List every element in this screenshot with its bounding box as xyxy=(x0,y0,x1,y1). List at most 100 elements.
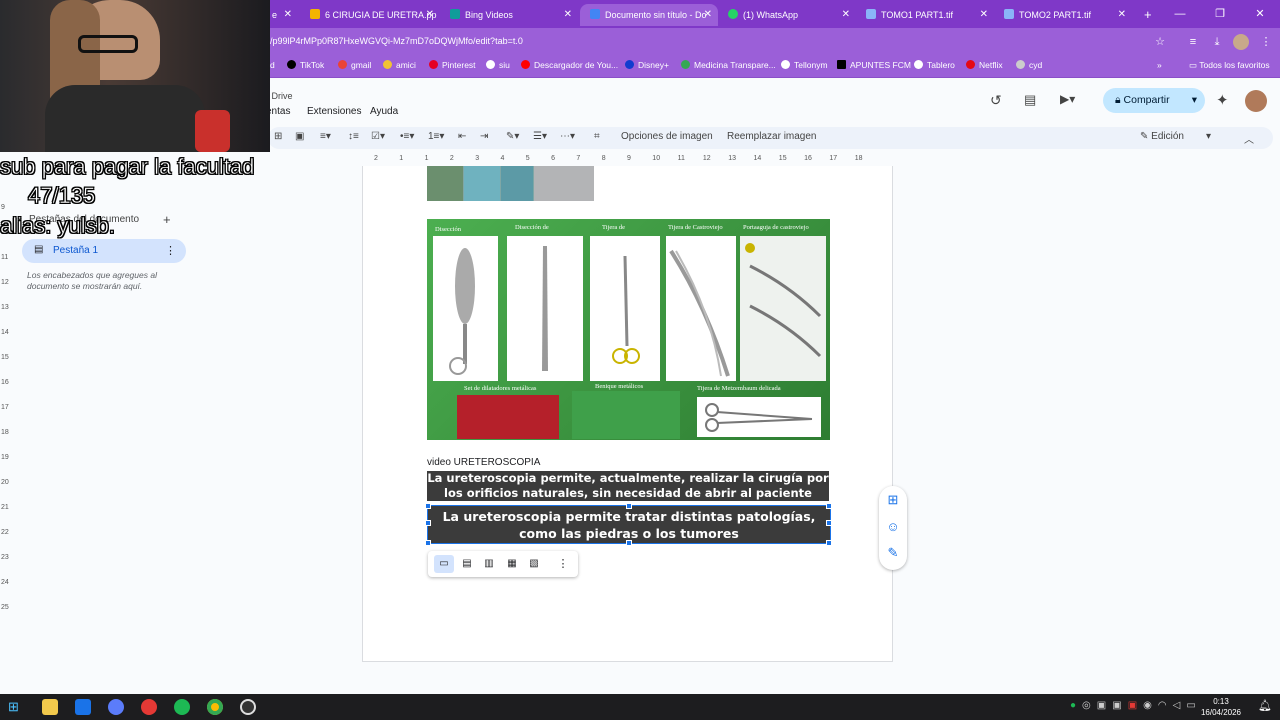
align-icon[interactable]: ≡▾ xyxy=(320,131,331,142)
notification-bell-icon[interactable]: 🔔︎ xyxy=(1258,699,1272,712)
resize-handle[interactable] xyxy=(626,540,632,546)
resize-handle[interactable] xyxy=(826,540,832,546)
tab-tomo1[interactable]: TOMO1 PART1.tif ✕ xyxy=(856,4,994,26)
sidebar-item-tab1[interactable]: ▤ Pestaña 1 ⋮ xyxy=(22,239,186,263)
decrease-indent-icon[interactable]: ⇤ xyxy=(458,131,466,142)
close-icon[interactable]: ✕ xyxy=(426,4,434,26)
bookmark-item[interactable]: TikTok xyxy=(287,60,324,70)
document-text[interactable]: video URETEROSCOPIA xyxy=(427,457,540,468)
crop-icon[interactable]: ⌗ xyxy=(594,131,600,142)
bookmark-item[interactable]: Medicina Transpare... xyxy=(681,60,776,70)
minimize-icon[interactable]: — xyxy=(1160,0,1200,28)
in-front-text-icon[interactable]: ▧ xyxy=(525,555,543,573)
windows-start-icon[interactable]: ⊞ xyxy=(8,699,24,715)
border-color-icon[interactable]: ✎▾ xyxy=(506,131,519,142)
clock[interactable]: 0:13 16/04/2026 xyxy=(1196,696,1246,718)
bookmark-item[interactable]: cyd xyxy=(1016,60,1042,70)
resize-handle[interactable] xyxy=(425,503,431,509)
instruments-image[interactable]: Disección Disección de Tijera de Tijera … xyxy=(427,219,830,440)
reading-list-icon[interactable]: ≡ xyxy=(1185,34,1201,50)
discord-icon[interactable] xyxy=(108,699,124,715)
video-frame-image[interactable]: La ureteroscopia permite, actualmente, r… xyxy=(427,471,829,501)
chevron-down-icon[interactable]: ▾ xyxy=(1192,88,1197,113)
border-weight-icon[interactable]: ☰▾ xyxy=(533,131,547,142)
close-window-icon[interactable]: ✕ xyxy=(1240,0,1280,28)
resize-handle[interactable] xyxy=(425,520,431,526)
numbered-list-icon[interactable]: 1≡▾ xyxy=(428,131,444,142)
bookmark-item[interactable]: d xyxy=(270,60,275,70)
increase-indent-icon[interactable]: ⇥ xyxy=(480,131,488,142)
emoji-reaction-icon[interactable]: ☺ xyxy=(882,516,904,538)
image-partial[interactable] xyxy=(427,166,594,201)
tab-tomo2[interactable]: TOMO2 PART1.tif ✕ xyxy=(994,4,1132,26)
collapse-icon[interactable]: ︿ xyxy=(1244,131,1254,146)
insert-comment-icon[interactable]: ⊞ xyxy=(274,131,282,142)
spotify-icon[interactable] xyxy=(174,699,190,715)
comments-icon[interactable]: ▤ xyxy=(1024,92,1036,108)
resize-handle[interactable] xyxy=(826,503,832,509)
bookmark-item[interactable]: Descargador de You... xyxy=(521,60,618,70)
more-options-icon[interactable]: ⋮ xyxy=(165,244,176,257)
tab-bing[interactable]: Bing Videos ✕ xyxy=(440,4,578,26)
bulleted-list-icon[interactable]: •≡▾ xyxy=(400,131,414,142)
bookmark-item[interactable]: Pinterest xyxy=(429,60,476,70)
system-tray[interactable]: ●◎▣▣▣◉◠◁▭ xyxy=(1070,700,1202,711)
insert-image-icon[interactable]: ▣ xyxy=(295,131,304,142)
download-icon[interactable]: ⤓ xyxy=(1209,34,1225,50)
inline-wrap-icon[interactable]: ▭ xyxy=(434,555,454,573)
menu-item[interactable]: Extensiones xyxy=(307,106,361,117)
bookmark-item[interactable]: amici xyxy=(383,60,416,70)
app-icon[interactable] xyxy=(141,699,157,715)
gemini-icon[interactable]: ✦ xyxy=(1216,91,1229,109)
add-comment-icon[interactable]: ⊞ xyxy=(882,489,904,511)
wrap-text-icon[interactable]: ▤ xyxy=(458,555,476,573)
horizontal-ruler[interactable]: 2 1 1 2 3 4 5 6 7 8 9 10 11 12 13 14 15 16 17 18 xyxy=(362,153,892,166)
resize-handle[interactable] xyxy=(826,520,832,526)
bookmark-item[interactable]: Disney+ xyxy=(625,60,669,70)
account-avatar[interactable] xyxy=(1245,90,1267,112)
behind-text-icon[interactable]: ▦ xyxy=(503,555,521,573)
bookmark-item[interactable]: Tellonym xyxy=(781,60,828,70)
tab-document[interactable]: Documento sin título - Do ✕ xyxy=(580,4,718,26)
bookmark-item[interactable]: gmail xyxy=(338,60,371,70)
close-icon[interactable]: ✕ xyxy=(842,4,850,26)
bookmark-item[interactable]: siu xyxy=(486,60,510,70)
resize-handle[interactable] xyxy=(626,503,632,509)
bookmark-item[interactable]: Tablero xyxy=(914,60,955,70)
chrome-icon[interactable] xyxy=(207,699,223,715)
bookmark-item[interactable]: Netflix xyxy=(966,60,1003,70)
menu-icon[interactable]: ⋮ xyxy=(1258,34,1274,50)
close-icon[interactable]: ✕ xyxy=(980,4,988,26)
image-options-button[interactable]: Opciones de imagen xyxy=(621,131,713,142)
file-explorer-icon[interactable] xyxy=(42,699,58,715)
close-icon[interactable]: ✕ xyxy=(1118,4,1126,26)
chevron-right-icon[interactable]: » xyxy=(1157,60,1162,70)
close-icon[interactable]: ✕ xyxy=(284,4,292,26)
edit-mode-button[interactable]: ✎ Edición ▾ xyxy=(1140,131,1211,142)
restore-icon[interactable]: ❐ xyxy=(1200,0,1240,28)
line-spacing-icon[interactable]: ↕≡ xyxy=(348,131,359,142)
new-tab-button[interactable]: + xyxy=(1134,4,1158,26)
store-icon[interactable] xyxy=(75,699,91,715)
border-dash-icon[interactable]: ⋯▾ xyxy=(560,131,575,142)
meet-icon[interactable]: ▶▾ xyxy=(1060,92,1075,106)
break-text-icon[interactable]: ▥ xyxy=(480,555,498,573)
more-options-icon[interactable]: ⋮ xyxy=(556,555,570,573)
bookmark-item[interactable]: APUNTES FCM xyxy=(837,60,911,70)
profile-avatar[interactable] xyxy=(1233,34,1249,50)
selected-video-frame-image[interactable]: La ureteroscopia permite tratar distinta… xyxy=(427,505,831,544)
menu-item[interactable]: Ayuda xyxy=(370,106,398,117)
replace-image-button[interactable]: Reemplazar imagen xyxy=(727,131,817,142)
url-input[interactable]: /p99lP4rMPp0R87HxeWGVQi-Mz7mD7oDQWjMfo/e… xyxy=(270,36,523,46)
suggest-edits-icon[interactable]: ✎ xyxy=(882,542,904,564)
tab-whatsapp[interactable]: (1) WhatsApp ✕ xyxy=(718,4,856,26)
star-icon[interactable]: ☆ xyxy=(1152,34,1168,50)
history-icon[interactable]: ↺ xyxy=(990,92,1002,109)
checklist-icon[interactable]: ☑▾ xyxy=(371,131,385,142)
share-button[interactable]: 🔒︎ Compartir ▾ xyxy=(1103,88,1205,113)
tab-cirugia[interactable]: 6 CIRUGIA DE URETRA.pp ✕ xyxy=(300,4,440,26)
close-icon[interactable]: ✕ xyxy=(704,4,712,26)
bookmark-item[interactable]: ▭ Todos los favoritos xyxy=(1189,60,1270,71)
close-icon[interactable]: ✕ xyxy=(564,4,572,26)
resize-handle[interactable] xyxy=(425,540,431,546)
